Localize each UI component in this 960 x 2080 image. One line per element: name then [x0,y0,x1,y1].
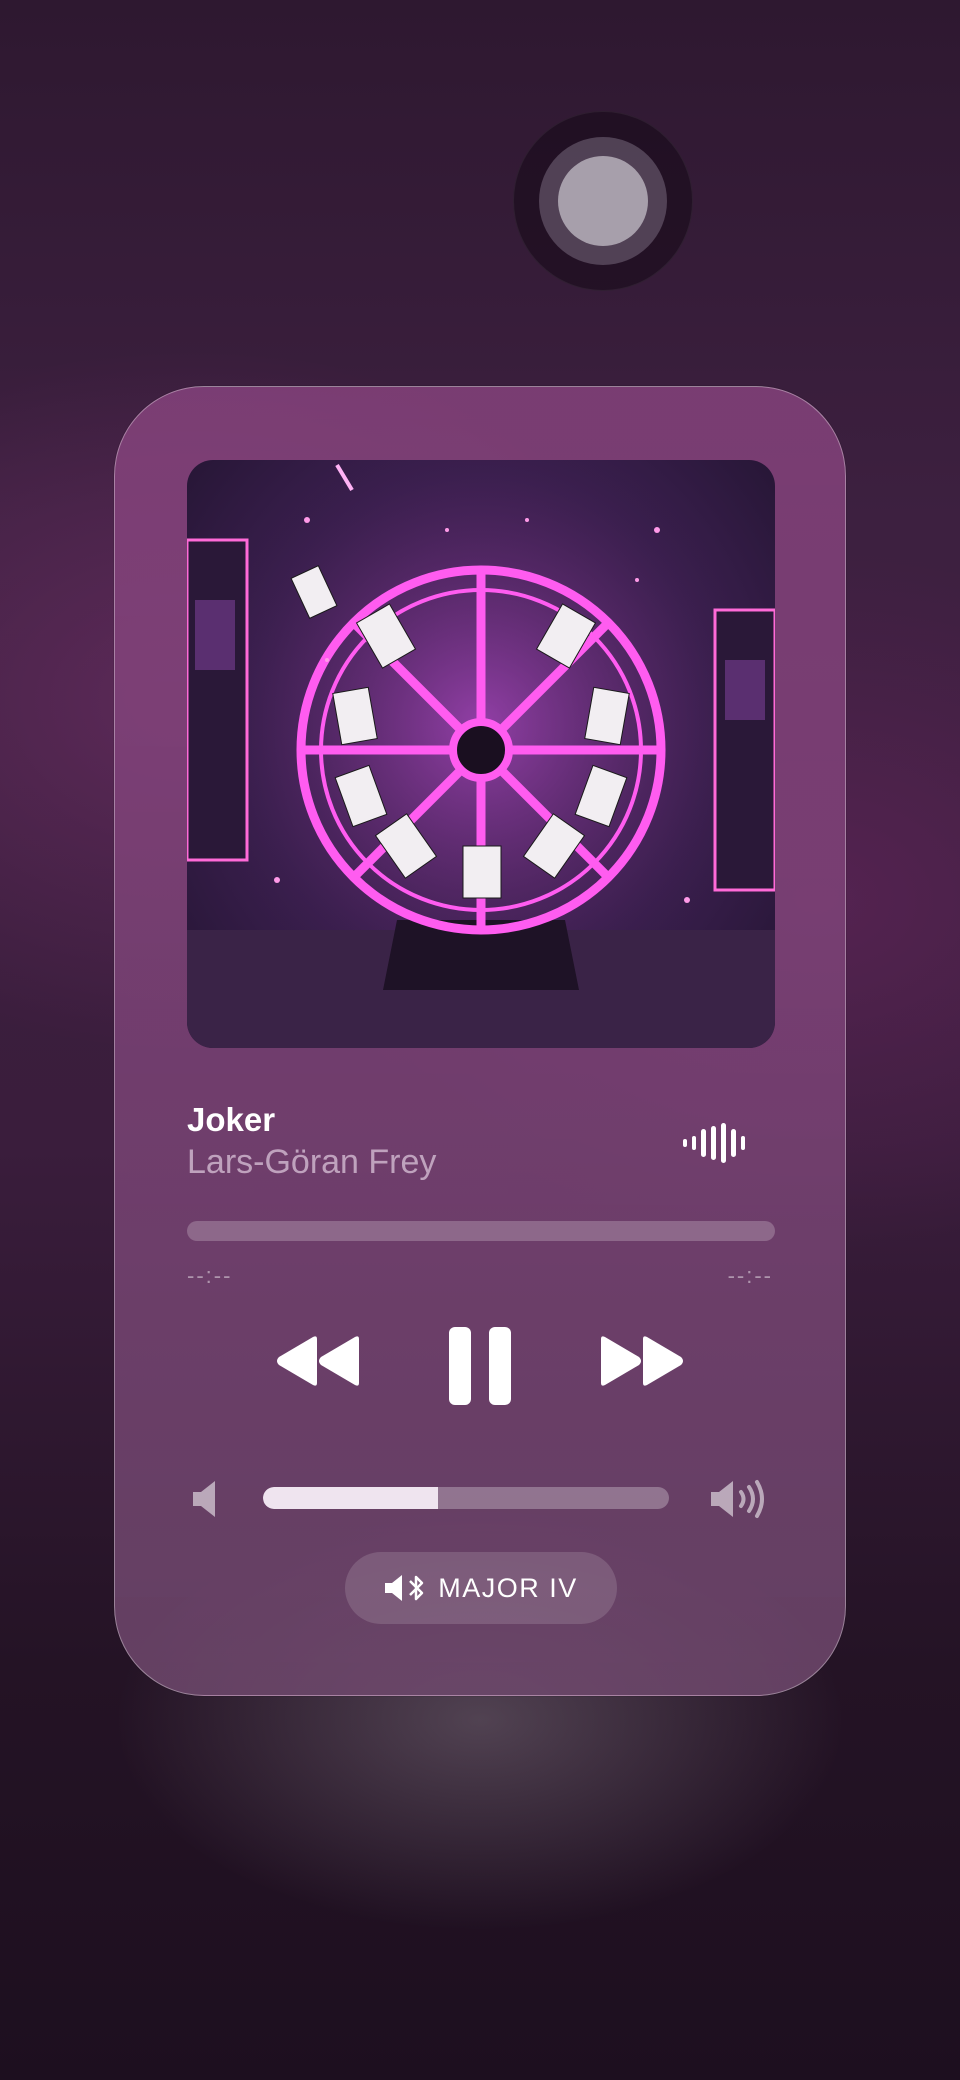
remaining-time: --:-- [727,1263,773,1288]
pause-icon[interactable] [449,1327,511,1405]
volume-slider-fill [263,1487,438,1509]
bluetooth-speaker-icon [385,1575,424,1601]
playback-progress-bar[interactable] [187,1221,775,1241]
assistive-touch-ring [539,137,667,265]
volume-slider[interactable] [263,1487,669,1509]
elapsed-time: --:-- [187,1263,233,1288]
track-artist[interactable]: Lars-Göran Frey [187,1143,436,1182]
track-title: Joker [187,1101,276,1138]
waveform-icon[interactable] [683,1123,749,1163]
speaker-high-icon [711,1480,764,1518]
album-artwork [187,460,775,1048]
now-playing-card: Joker Lars-Göran Frey --:-- --:-- MAJOR … [114,386,846,1696]
assistive-touch-button[interactable] [513,111,693,291]
album-artwork-image [187,460,775,1048]
fast-forward-icon[interactable] [599,1335,685,1387]
output-device-label: MAJOR IV [438,1572,578,1603]
assistive-touch-icon [558,156,648,246]
rewind-icon[interactable] [275,1335,361,1387]
speaker-low-icon [193,1481,215,1517]
audio-output-button[interactable]: MAJOR IV [345,1552,617,1624]
